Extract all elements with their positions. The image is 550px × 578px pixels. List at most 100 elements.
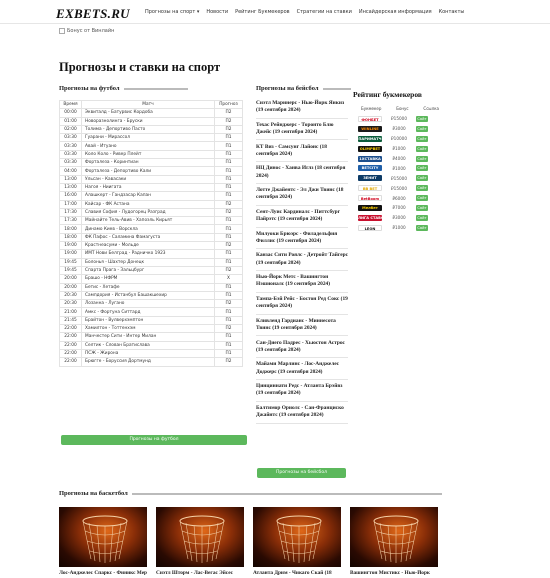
bookmaker-site-button[interactable]: Сайт (416, 185, 428, 192)
basketball-card-title[interactable]: Лос-Анджелес Спаркс - Финикс Меркьюри (59, 570, 147, 576)
football-predictions-button[interactable]: Прогнозы на футбол (61, 435, 247, 445)
bookmaker-logo[interactable]: 1XСТАВКА (358, 155, 382, 162)
match-name[interactable]: Толима - Депортиво Пасто (81, 124, 215, 135)
table-row[interactable]: 18:00 Динамо Киев - Ворскла П1 (59, 224, 243, 234)
match-name[interactable]: Манчестер Сити - Интер Милан (81, 332, 215, 342)
match-name[interactable]: Брашо - НФРМ (81, 274, 215, 284)
bookmaker-site-button[interactable]: Сайт (416, 145, 428, 152)
match-name[interactable]: Сампдория - Истанбул Башакшехир (81, 290, 215, 301)
menu-item[interactable]: Прогнозы на спорт ▾ (145, 9, 199, 15)
menu-item[interactable]: Стратегии на ставки (297, 9, 352, 15)
match-name[interactable]: Гуарани - Мирассол (81, 133, 215, 143)
table-row[interactable]: 17:00 Кайсар - ФК Астана П2 (59, 199, 243, 209)
table-row[interactable]: 00:00 Эквиталд - Батурвис Кордоба П2 (59, 108, 243, 118)
basketball-card-title[interactable]: Сиэтл Шторм - Лас-Вегас Эйсес (156, 570, 244, 576)
match-name[interactable]: ПСЖ - Жирона (81, 348, 215, 359)
match-name[interactable]: Кайсар - ФК Астана (81, 199, 215, 209)
match-name[interactable]: Нагоя - Ниигата (81, 182, 215, 193)
bookmaker-site-button[interactable]: Сайт (416, 155, 428, 162)
site-logo[interactable]: EXBETS.RU (56, 6, 130, 22)
table-row[interactable]: 18:00 ФК Пафос - Саламина Фамагуста П1 (59, 232, 243, 243)
basketball-card-image[interactable] (350, 507, 438, 567)
baseball-item-link[interactable]: Техас Рейнджерс - Торонто Блю Джейс (19 … (256, 122, 348, 141)
baseball-item-link[interactable]: Майами Марлинс - Лос-Анджелес Доджерс (1… (256, 361, 348, 380)
basketball-card[interactable]: Сиэтл Шторм - Лас-Вегас Эйсес (156, 507, 244, 576)
match-name[interactable]: ФК Пафос - Саламина Фамагуста (81, 232, 215, 243)
table-row[interactable]: 17:30 Славия София - Лудогорец Разград П2 (59, 207, 243, 218)
table-row[interactable]: 19:00 ИМТ Нови Белград - Радничко 1923 П1 (59, 249, 243, 259)
table-row[interactable]: 04:00 Форталеза - Депортиво Кали П1 (59, 166, 243, 176)
table-row[interactable]: 20:00 Брашо - НФРМ Х (59, 274, 243, 284)
basketball-card[interactable]: Лос-Анджелес Спаркс - Финикс Меркьюри (59, 507, 147, 576)
baseball-item-link[interactable]: КТ Виз - Самсунг Лайонс (18 сентября 202… (256, 144, 348, 163)
table-row[interactable]: 22:00 Брюгге - Боруссия Дортмунд П2 (59, 357, 243, 367)
table-row[interactable]: 02:00 Толима - Депортиво Пасто П2 (59, 124, 243, 135)
basketball-card-image[interactable] (253, 507, 341, 567)
match-name[interactable]: Брюгге - Боруссия Дортмунд (81, 357, 215, 367)
match-name[interactable]: Майнайте Тель-Авив - Хапоэль Кирьят (81, 216, 215, 226)
bookmaker-logo[interactable]: Мелбет (358, 204, 382, 211)
match-name[interactable]: Алашкерт - Гандзасар Капан (81, 191, 215, 201)
basketball-card-title[interactable]: Атланта Дрим - Чикаго Скай (18 (253, 570, 341, 576)
baseball-item-link[interactable]: Нью-Йорк Метс - Вашингтон Нэшионалс (19 … (256, 274, 348, 293)
match-name[interactable]: Брайтон - Вулверхэмптон (81, 315, 215, 326)
baseball-item-link[interactable]: НЦ Динос - Ханва Иглз (18 сентября 2024) (256, 165, 348, 184)
table-row[interactable]: 19:00 Крастнеасуми - Мольде П2 (59, 241, 243, 251)
baseball-item-link[interactable]: Тампа-Бэй Рейс - Бостон Ред Сокс (19 сен… (256, 296, 348, 315)
bookmaker-logo[interactable]: OLIMPBET (358, 145, 382, 152)
bookmaker-site-button[interactable]: Сайт (416, 135, 428, 142)
match-name[interactable]: Лозанна - Лугано (81, 299, 215, 309)
basketball-card-image[interactable] (156, 507, 244, 567)
menu-item[interactable]: Рейтинг Букмекеров (235, 9, 290, 15)
basketball-card-image[interactable] (59, 507, 147, 567)
bookmaker-site-button[interactable]: Сайт (416, 204, 428, 211)
table-row[interactable]: 20:30 Лозанна - Лугано П2 (59, 299, 243, 309)
table-row[interactable]: 19:45 Болонья - Шахтер Донецк П1 (59, 257, 243, 267)
table-row[interactable]: 13:00 Нагоя - Ниигата П1 (59, 182, 243, 193)
table-row[interactable]: 03:30 Авай - Итуано П1 (59, 141, 243, 151)
baseball-item-link[interactable]: Канзас Сити Роялс - Детройт Тайгерс (19 … (256, 252, 348, 272)
baseball-item-link[interactable]: Сент-Луис Кардиналс - Питтсбург Пайрэтс … (256, 209, 348, 228)
bookmaker-logo[interactable]: BetBoom (358, 195, 382, 202)
match-name[interactable]: Амкс - Фортуна Ситтард (81, 307, 215, 317)
baseball-item-link[interactable]: Сан-Диего Падрес - Хьюстон Астрос (19 се… (256, 340, 348, 359)
table-row[interactable]: 20:00 Бетис - Хетафе П1 (59, 282, 243, 292)
bookmaker-logo[interactable]: BETCITY (358, 165, 382, 172)
bookmaker-logo[interactable]: LEON (358, 224, 382, 231)
table-row[interactable]: 17:30 Майнайте Тель-Авив - Хапоэль Кирьят… (59, 216, 243, 226)
table-row[interactable]: 19:45 Спарта Прага - Зальцбург П2 (59, 265, 243, 276)
bookmaker-logo[interactable]: ПАРИМАТЧ (358, 135, 382, 142)
match-name[interactable]: Бетис - Хетафе (81, 282, 215, 292)
bookmaker-site-button[interactable]: Сайт (416, 175, 428, 182)
baseball-item-link[interactable]: Балтимор Ориолс - Сан-Франциско Джайнтс … (256, 405, 348, 424)
table-row[interactable]: 16:00 Алашкерт - Гандзасар Капан П1 (59, 191, 243, 201)
match-name[interactable]: Ульсан - Кавасаки (81, 174, 215, 184)
baseball-item-link[interactable]: Сиэтл Маринерс - Нью-Йорк Янкиз (19 сент… (256, 100, 348, 119)
menu-item[interactable]: Новости (206, 9, 228, 15)
baseball-item-link[interactable]: Милуоки Брюэрс - Филадельфия Филлис (19 … (256, 231, 348, 250)
table-row[interactable]: 22:00 Манчестер Сити - Интер Милан П1 (59, 332, 243, 342)
match-name[interactable]: Славия София - Лудогорец Разград (81, 207, 215, 218)
match-name[interactable]: Динамо Киев - Ворскла (81, 224, 215, 234)
baseball-item-link[interactable]: Лотте Джайентс - Эл Джи Твинс (18 сентяб… (256, 187, 348, 206)
table-row[interactable]: 03:30 Гуарани - Мирассол П1 (59, 133, 243, 143)
menu-item[interactable]: Контакты (439, 9, 465, 15)
match-name[interactable]: Хамилтон - Тоттенхэм (81, 323, 215, 334)
basketball-card-title[interactable]: Вашингтон Мистикс - Нью-Йорк (350, 570, 438, 576)
table-row[interactable]: 20:30 Сампдория - Истанбул Башакшехир П1 (59, 290, 243, 301)
table-row[interactable]: 21:00 Амкс - Фортуна Ситтард П1 (59, 307, 243, 317)
match-name[interactable]: Спарта Прага - Зальцбург (81, 265, 215, 276)
table-row[interactable]: 22:00 Хамилтон - Тоттенхэм П2 (59, 323, 243, 334)
bookmaker-logo[interactable]: WINLINE (358, 125, 382, 132)
match-name[interactable]: Болонья - Шахтер Донецк (81, 257, 215, 267)
bookmaker-logo[interactable]: BB BET (358, 185, 382, 192)
match-name[interactable]: Форталеза - Депортиво Кали (81, 166, 215, 176)
table-row[interactable]: 03:30 Коло Коло - Ривер Плейт П1 (59, 149, 243, 160)
bookmaker-site-button[interactable]: Сайт (416, 165, 428, 172)
basketball-card[interactable]: Вашингтон Мистикс - Нью-Йорк (350, 507, 438, 576)
table-row[interactable]: 22:00 ПСЖ - Жирона П1 (59, 348, 243, 359)
table-row[interactable]: 22:00 Селтик - Слован Братислава П1 (59, 340, 243, 350)
match-name[interactable]: Форталеза - Коринтиан (81, 158, 215, 168)
match-name[interactable]: Коло Коло - Ривер Плейт (81, 149, 215, 160)
baseball-predictions-button[interactable]: Прогнозы на бейсбол (257, 468, 346, 478)
